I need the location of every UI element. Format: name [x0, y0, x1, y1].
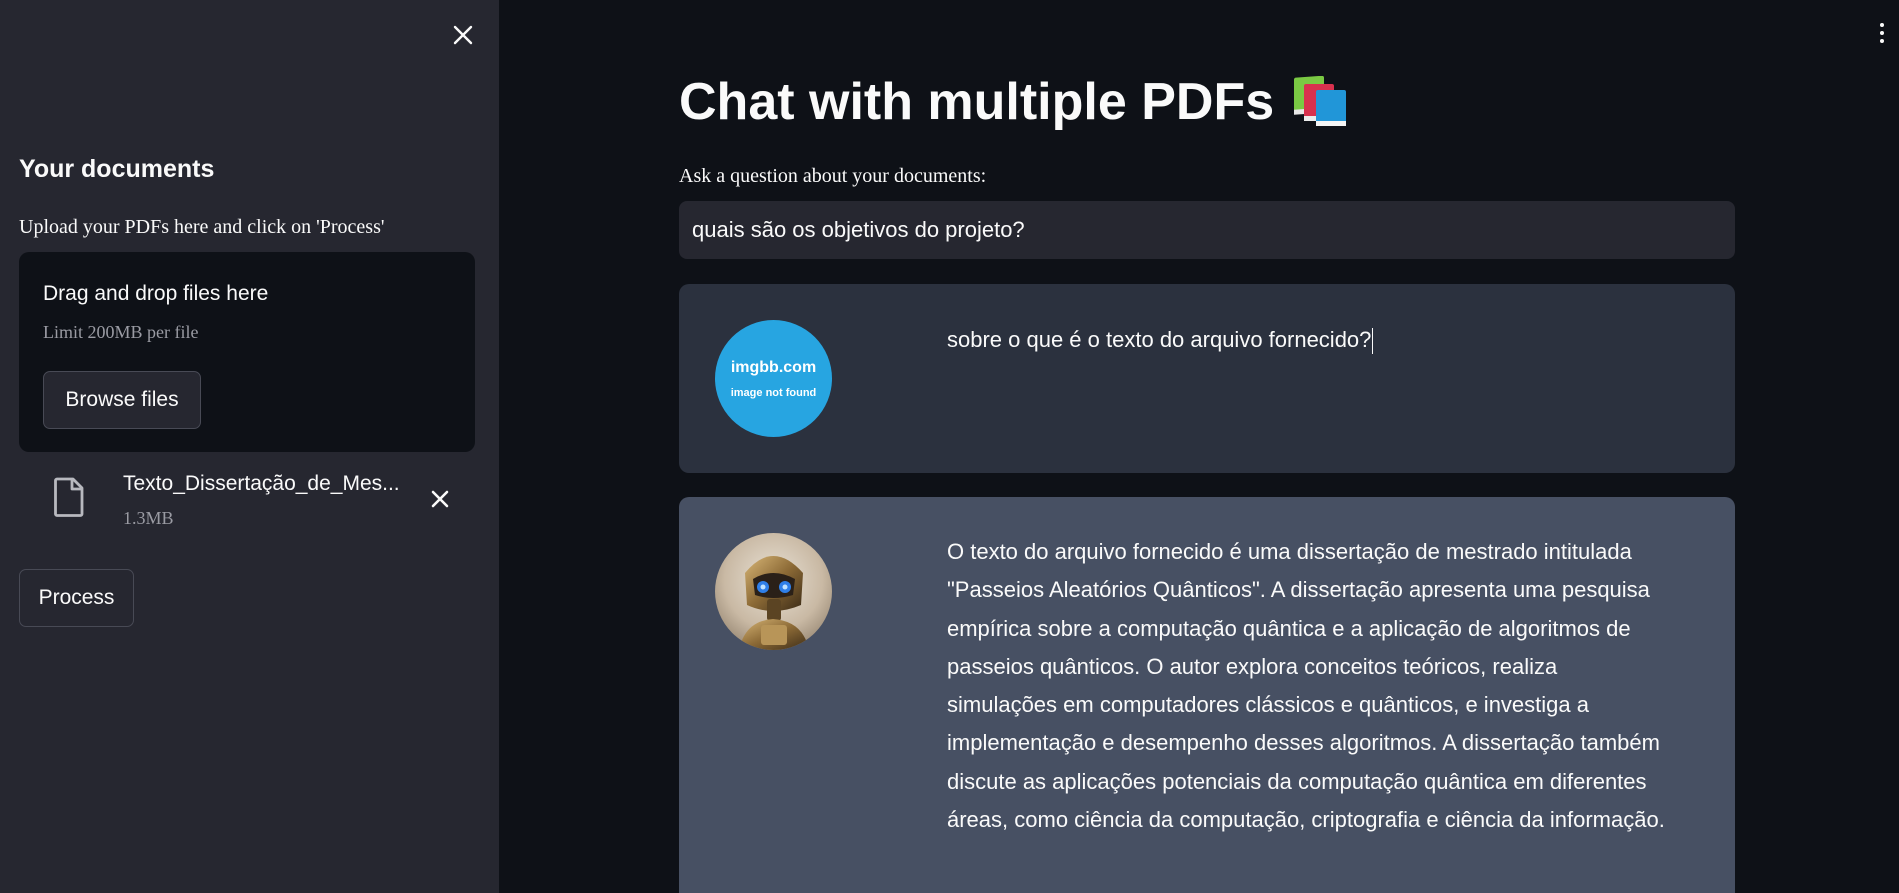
- menu-dot: [1880, 31, 1884, 35]
- upload-label: Upload your PDFs here and click on 'Proc…: [19, 216, 385, 238]
- user-avatar: imgbb.com image not found: [715, 320, 832, 437]
- dropzone-limit: Limit 200MB per file: [43, 322, 199, 342]
- close-icon: [431, 490, 449, 508]
- main-menu-button[interactable]: [1872, 18, 1892, 48]
- text-caret: [1372, 328, 1374, 355]
- file-size: 1.3MB: [123, 508, 174, 528]
- close-sidebar-button[interactable]: [448, 20, 478, 50]
- question-label: Ask a question about your documents:: [679, 165, 987, 187]
- menu-dot: [1880, 39, 1884, 43]
- user-message-text: sobre o que é o texto do arquivo forneci…: [947, 321, 1667, 359]
- browse-files-button[interactable]: Browse files: [43, 371, 201, 429]
- bot-message-text: O texto do arquivo fornecido é uma disse…: [947, 539, 1665, 833]
- remove-file-button[interactable]: [425, 484, 455, 514]
- file-name: Texto_Dissertação_de_Mes...: [123, 472, 400, 495]
- page-title-text: Chat with multiple PDFs: [679, 73, 1275, 131]
- bot-message: O texto do arquivo fornecido é uma disse…: [679, 497, 1735, 893]
- books-icon: [1294, 76, 1347, 126]
- close-icon: [453, 25, 473, 45]
- question-input[interactable]: [679, 201, 1735, 259]
- avatar-placeholder-subtitle: image not found: [730, 386, 817, 399]
- file-dropzone[interactable]: Drag and drop files here Limit 200MB per…: [19, 252, 475, 452]
- robot-avatar-icon: [715, 533, 832, 650]
- user-message-content: sobre o que é o texto do arquivo forneci…: [947, 327, 1372, 352]
- page-title: Chat with multiple PDFs: [679, 72, 1350, 132]
- dropzone-title: Drag and drop files here: [43, 282, 269, 305]
- file-icon: [54, 477, 84, 517]
- user-message: imgbb.com image not found sobre o que é …: [679, 284, 1735, 473]
- process-button[interactable]: Process: [19, 569, 134, 627]
- bot-avatar: [715, 533, 832, 650]
- sidebar: Your documents Upload your PDFs here and…: [0, 0, 499, 893]
- sidebar-title: Your documents: [19, 155, 215, 183]
- avatar-placeholder-title: imgbb.com: [730, 358, 817, 376]
- more-vertical-icon: [1880, 23, 1884, 27]
- uploaded-file-item: Texto_Dissertação_de_Mes... 1.3MB: [19, 462, 475, 542]
